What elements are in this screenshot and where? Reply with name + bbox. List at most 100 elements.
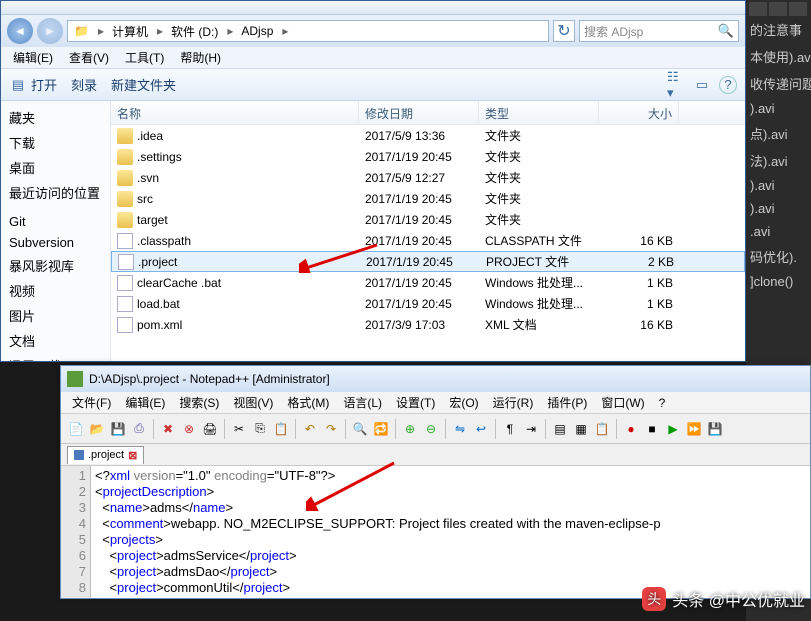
search-input[interactable]: 搜索 ADjsp 🔍 [579, 20, 739, 42]
forward-button[interactable]: ► [37, 18, 63, 44]
npp-menu-item[interactable]: 窗口(W) [594, 394, 651, 411]
rec-icon[interactable]: ● [622, 420, 640, 438]
bg-item: 本使用).av [746, 43, 811, 70]
file-row[interactable]: load.bat 2017/1/19 20:45 Windows 批处理... … [111, 293, 745, 314]
new-folder-button[interactable]: 新建文件夹 [111, 75, 176, 94]
col-date[interactable]: 修改日期 [359, 101, 479, 124]
closeall-icon[interactable]: ⊗ [180, 420, 198, 438]
file-row[interactable]: clearCache .bat 2017/1/19 20:45 Windows … [111, 272, 745, 293]
watermark: 头 头条 @中公优就业 [642, 587, 805, 611]
open-button[interactable]: ▤打开 [9, 75, 57, 94]
burn-button[interactable]: 刻录 [71, 75, 97, 94]
npp-menu-item[interactable]: 运行(R) [486, 394, 541, 411]
sidebar-item[interactable]: 迅雷下载 [1, 353, 110, 361]
save-icon[interactable]: 💾 [109, 420, 127, 438]
file-icon [117, 296, 133, 312]
back-button[interactable]: ◄ [7, 18, 33, 44]
bc-computer[interactable]: 计算机 [106, 23, 155, 40]
npp-menu-item[interactable]: 视图(V) [226, 394, 280, 411]
new-icon[interactable]: 📄 [67, 420, 85, 438]
col-size[interactable]: 大小 [599, 101, 679, 124]
npp-menu-item[interactable]: ? [652, 396, 673, 410]
menu-item[interactable]: 编辑(E) [5, 49, 61, 66]
folder-icon: 📁 [68, 24, 96, 38]
replace-icon[interactable]: 🔁 [372, 420, 390, 438]
zoomout-icon[interactable]: ⊖ [422, 420, 440, 438]
column-headers[interactable]: 名称 修改日期 类型 大小 [111, 101, 745, 125]
view-button[interactable]: ☷ ▾ [667, 76, 685, 94]
file-row[interactable]: .idea 2017/5/9 13:36 文件夹 [111, 125, 745, 146]
sidebar-item[interactable]: 下载 [1, 130, 110, 155]
close-icon[interactable]: ✖ [159, 420, 177, 438]
stop-icon[interactable]: ■ [643, 420, 661, 438]
undo-icon[interactable]: ↶ [301, 420, 319, 438]
play-icon[interactable]: ▶ [664, 420, 682, 438]
open-icon[interactable]: 📂 [88, 420, 106, 438]
file-icon [117, 233, 133, 249]
npp-titlebar[interactable]: D:\ADjsp\.project - Notepad++ [Administr… [61, 366, 810, 392]
copy-icon[interactable]: ⎘ [251, 420, 269, 438]
sidebar-item[interactable]: 最近访问的位置 [1, 180, 110, 205]
wrap-icon[interactable]: ↩ [472, 420, 490, 438]
menu-item[interactable]: 工具(T) [117, 49, 172, 66]
npp-menu-item[interactable]: 编辑(E) [118, 394, 172, 411]
col-name[interactable]: 名称 [111, 101, 359, 124]
file-row[interactable]: .classpath 2017/1/19 20:45 CLASSPATH 文件 … [111, 230, 745, 251]
tab-project[interactable]: .project ⊠ [67, 446, 144, 464]
sidebar-item[interactable]: 桌面 [1, 155, 110, 180]
file-row[interactable]: .svn 2017/5/9 12:27 文件夹 [111, 167, 745, 188]
sidebar-item[interactable]: Git [1, 211, 110, 232]
bg-item: 法).avi [746, 147, 811, 174]
file-row[interactable]: .settings 2017/1/19 20:45 文件夹 [111, 146, 745, 167]
titlebar[interactable] [1, 1, 745, 15]
npp-menu-item[interactable]: 插件(P) [540, 394, 594, 411]
breadcrumb[interactable]: 📁 ▸ 计算机 ▸ 软件 (D:) ▸ ADjsp ▸ [67, 20, 549, 42]
folder-icon [117, 149, 133, 165]
npp-menu-item[interactable]: 语言(L) [336, 394, 389, 411]
zoomin-icon[interactable]: ⊕ [401, 420, 419, 438]
sidebar-item[interactable]: Subversion [1, 232, 110, 253]
saveall-icon[interactable]: ⎙ [130, 420, 148, 438]
editor[interactable]: 12345678 <?xml version="1.0" encoding="U… [61, 466, 810, 598]
sidebar-item[interactable]: 藏夹 [1, 105, 110, 130]
npp-menu-item[interactable]: 设置(T) [389, 394, 442, 411]
sidebar-item[interactable]: 文档 [1, 328, 110, 353]
file-icon [118, 254, 134, 270]
file-row[interactable]: target 2017/1/19 20:45 文件夹 [111, 209, 745, 230]
find-icon[interactable]: 🔍 [351, 420, 369, 438]
refresh-button[interactable]: ↻ [553, 20, 575, 42]
menu-item[interactable]: 帮助(H) [172, 49, 229, 66]
file-row[interactable]: pom.xml 2017/3/9 17:03 XML 文档 16 KB [111, 314, 745, 335]
col-type[interactable]: 类型 [479, 101, 599, 124]
preview-button[interactable]: ▭ [693, 76, 711, 94]
notepadpp-window: D:\ADjsp\.project - Notepad++ [Administr… [60, 365, 811, 599]
tab-close-icon[interactable]: ⊠ [128, 449, 137, 462]
code-area[interactable]: <?xml version="1.0" encoding="UTF-8"?><p… [91, 466, 810, 598]
folder-icon [117, 128, 133, 144]
bc-folder[interactable]: ADjsp [235, 24, 280, 38]
file-row[interactable]: src 2017/1/19 20:45 文件夹 [111, 188, 745, 209]
save2-icon[interactable]: 💾 [706, 420, 724, 438]
npp-menu-item[interactable]: 文件(F) [65, 394, 118, 411]
ff-icon[interactable]: ⏩ [685, 420, 703, 438]
indent-icon[interactable]: ⇥ [522, 420, 540, 438]
print-icon[interactable]: 🖨 [201, 420, 219, 438]
npp-menu-item[interactable]: 搜索(S) [172, 394, 226, 411]
sidebar-item[interactable]: 视频 [1, 278, 110, 303]
doc-icon[interactable]: 📋 [593, 420, 611, 438]
menu-item[interactable]: 查看(V) [61, 49, 117, 66]
sidebar-item[interactable]: 图片 [1, 303, 110, 328]
npp-menu-item[interactable]: 宏(O) [442, 394, 485, 411]
paste-icon[interactable]: 📋 [272, 420, 290, 438]
sidebar-item[interactable]: 暴风影视库 [1, 253, 110, 278]
help-button[interactable]: ? [719, 76, 737, 94]
para-icon[interactable]: ¶ [501, 420, 519, 438]
unfold-icon[interactable]: ▦ [572, 420, 590, 438]
bc-drive[interactable]: 软件 (D:) [165, 23, 225, 40]
cut-icon[interactable]: ✂ [230, 420, 248, 438]
sync-icon[interactable]: ⇋ [451, 420, 469, 438]
redo-icon[interactable]: ↷ [322, 420, 340, 438]
fold-icon[interactable]: ▤ [551, 420, 569, 438]
file-row[interactable]: .project 2017/1/19 20:45 PROJECT 文件 2 KB [111, 251, 745, 272]
npp-menu-item[interactable]: 格式(M) [280, 394, 336, 411]
